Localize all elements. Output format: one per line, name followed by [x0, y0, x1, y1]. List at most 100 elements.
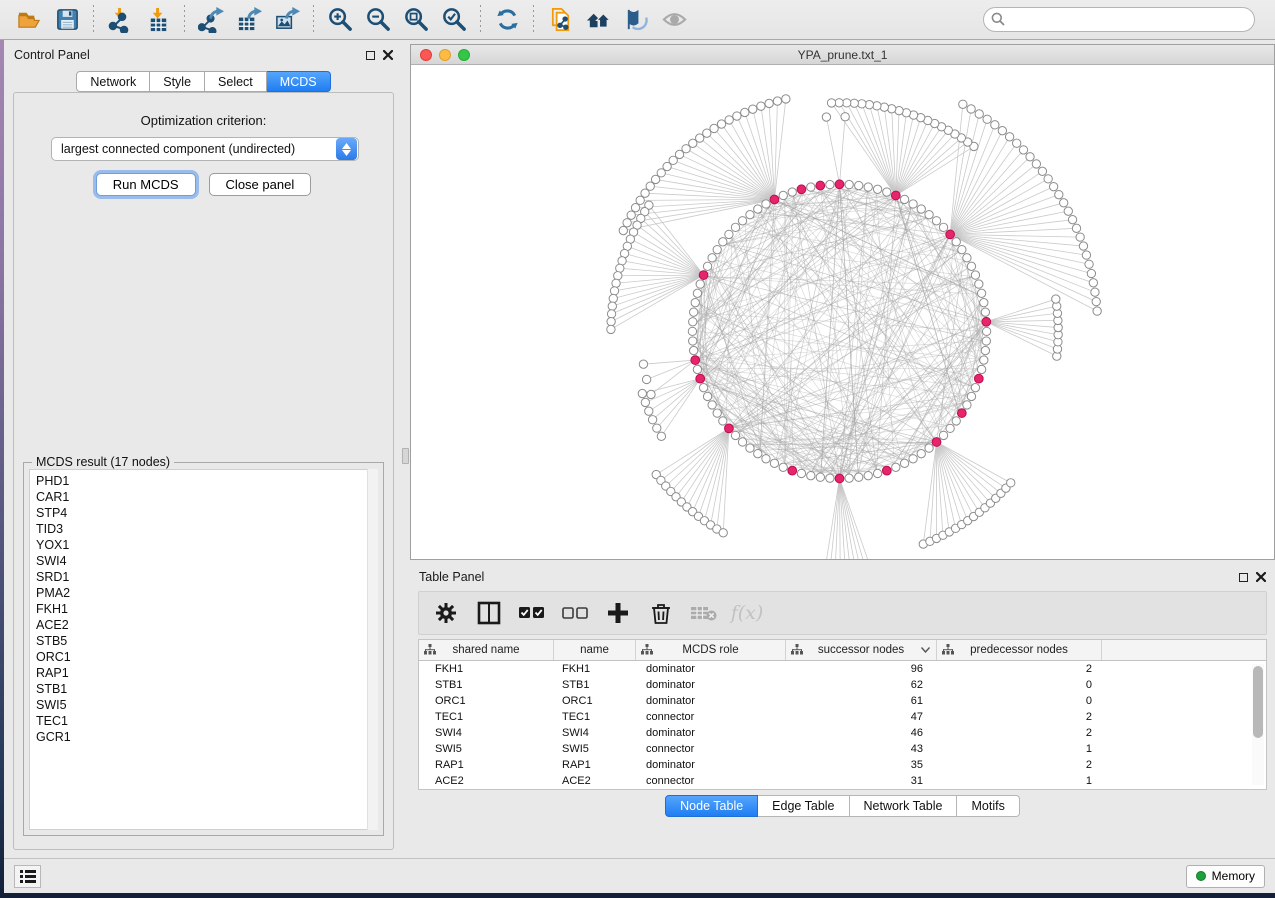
float-panel-icon[interactable]: [366, 51, 375, 60]
leaf-node[interactable]: [1060, 199, 1068, 207]
leaf-node[interactable]: [614, 272, 622, 280]
leaf-node[interactable]: [1049, 182, 1057, 190]
leaf-node[interactable]: [822, 113, 830, 121]
leaf-node[interactable]: [636, 196, 644, 204]
result-node-item[interactable]: ACE2: [36, 617, 377, 633]
tab-edge-table[interactable]: Edge Table: [758, 795, 849, 817]
ring-node[interactable]: [738, 438, 746, 446]
ring-node[interactable]: [691, 299, 699, 307]
result-node-item[interactable]: STB1: [36, 681, 377, 697]
leaf-node[interactable]: [1026, 153, 1034, 161]
result-node-item[interactable]: ORC1: [36, 649, 377, 665]
mcds-node[interactable]: [835, 180, 844, 189]
ring-node[interactable]: [982, 327, 990, 335]
ring-node[interactable]: [688, 327, 696, 335]
ring-node[interactable]: [826, 474, 834, 482]
ring-node[interactable]: [779, 191, 787, 199]
mcds-node[interactable]: [691, 356, 700, 365]
export-network-icon[interactable]: [192, 3, 230, 37]
leaf-node[interactable]: [623, 219, 631, 227]
leaf-node[interactable]: [725, 116, 733, 124]
mcds-node[interactable]: [788, 466, 797, 475]
leaf-node[interactable]: [967, 105, 975, 113]
ring-node[interactable]: [883, 188, 891, 196]
ring-node[interactable]: [845, 180, 853, 188]
ring-node[interactable]: [864, 183, 872, 191]
leaf-node[interactable]: [631, 203, 639, 211]
export-image-icon[interactable]: [268, 3, 306, 37]
mcds-node[interactable]: [696, 374, 705, 383]
ring-node[interactable]: [770, 459, 778, 467]
mcds-node[interactable]: [891, 191, 900, 200]
leaf-node[interactable]: [638, 389, 646, 397]
ring-node[interactable]: [963, 254, 971, 262]
leaf-node[interactable]: [1072, 224, 1080, 232]
ring-node[interactable]: [900, 195, 908, 203]
close-panel-icon[interactable]: [383, 50, 393, 60]
import-table-icon[interactable]: [139, 3, 177, 37]
ring-node[interactable]: [703, 392, 711, 400]
float-table-panel-icon[interactable]: [1239, 573, 1248, 582]
ring-node[interactable]: [693, 289, 701, 297]
mcds-node[interactable]: [957, 409, 966, 418]
leaf-node[interactable]: [782, 95, 790, 103]
ring-node[interactable]: [917, 450, 925, 458]
leaf-node[interactable]: [880, 103, 888, 111]
ring-node[interactable]: [925, 444, 933, 452]
refresh-layout-icon[interactable]: [488, 3, 526, 37]
export-table-icon[interactable]: [230, 3, 268, 37]
ring-node[interactable]: [754, 205, 762, 213]
tab-select[interactable]: Select: [205, 71, 267, 92]
leaf-node[interactable]: [1038, 167, 1046, 175]
leaf-node[interactable]: [1087, 269, 1095, 277]
ring-node[interactable]: [719, 417, 727, 425]
open-file-icon[interactable]: [10, 3, 48, 37]
leaf-node[interactable]: [1052, 295, 1060, 303]
leaf-node[interactable]: [873, 102, 881, 110]
ring-node[interactable]: [975, 280, 983, 288]
leaf-node[interactable]: [749, 105, 757, 113]
leaf-node[interactable]: [710, 124, 718, 132]
ring-node[interactable]: [952, 417, 960, 425]
tab-node-table[interactable]: Node Table: [665, 795, 758, 817]
leaf-node[interactable]: [608, 302, 616, 310]
leaf-node[interactable]: [959, 100, 967, 108]
leaf-node[interactable]: [1055, 190, 1063, 198]
ring-node[interactable]: [971, 271, 979, 279]
leaf-node[interactable]: [1068, 215, 1076, 223]
ring-node[interactable]: [980, 299, 988, 307]
ring-node[interactable]: [873, 185, 881, 193]
ring-node[interactable]: [892, 463, 900, 471]
leaf-node[interactable]: [1005, 133, 1013, 141]
leaf-node[interactable]: [1007, 479, 1015, 487]
ring-node[interactable]: [963, 401, 971, 409]
result-list-scrollbar[interactable]: [367, 469, 378, 830]
close-panel-button[interactable]: Close panel: [209, 173, 312, 196]
ring-node[interactable]: [855, 473, 863, 481]
ring-node[interactable]: [746, 211, 754, 219]
result-node-item[interactable]: PMA2: [36, 585, 377, 601]
result-node-item[interactable]: SRD1: [36, 569, 377, 585]
ring-node[interactable]: [977, 289, 985, 297]
table-row[interactable]: FKH1FKH1dominator962: [419, 661, 1266, 677]
leaf-node[interactable]: [1076, 233, 1084, 241]
leaf-node[interactable]: [719, 529, 727, 537]
leaf-node[interactable]: [983, 115, 991, 123]
ring-node[interactable]: [909, 200, 917, 208]
ring-node[interactable]: [703, 262, 711, 270]
ring-node[interactable]: [909, 455, 917, 463]
leaf-node[interactable]: [653, 424, 661, 432]
leaf-node[interactable]: [610, 287, 618, 295]
leaf-node[interactable]: [607, 317, 615, 325]
leaf-node[interactable]: [888, 105, 896, 113]
ring-node[interactable]: [731, 223, 739, 231]
unselect-all-columns-icon[interactable]: [562, 600, 588, 626]
ring-node[interactable]: [689, 337, 697, 345]
show-column-panel-icon[interactable]: [476, 600, 502, 626]
tab-style[interactable]: Style: [150, 71, 205, 92]
ring-node[interactable]: [845, 474, 853, 482]
table-row[interactable]: SWI5SWI5connector431: [419, 741, 1266, 757]
tab-network-table[interactable]: Network Table: [850, 795, 958, 817]
mcds-node[interactable]: [797, 185, 806, 194]
leaf-node[interactable]: [642, 375, 650, 383]
